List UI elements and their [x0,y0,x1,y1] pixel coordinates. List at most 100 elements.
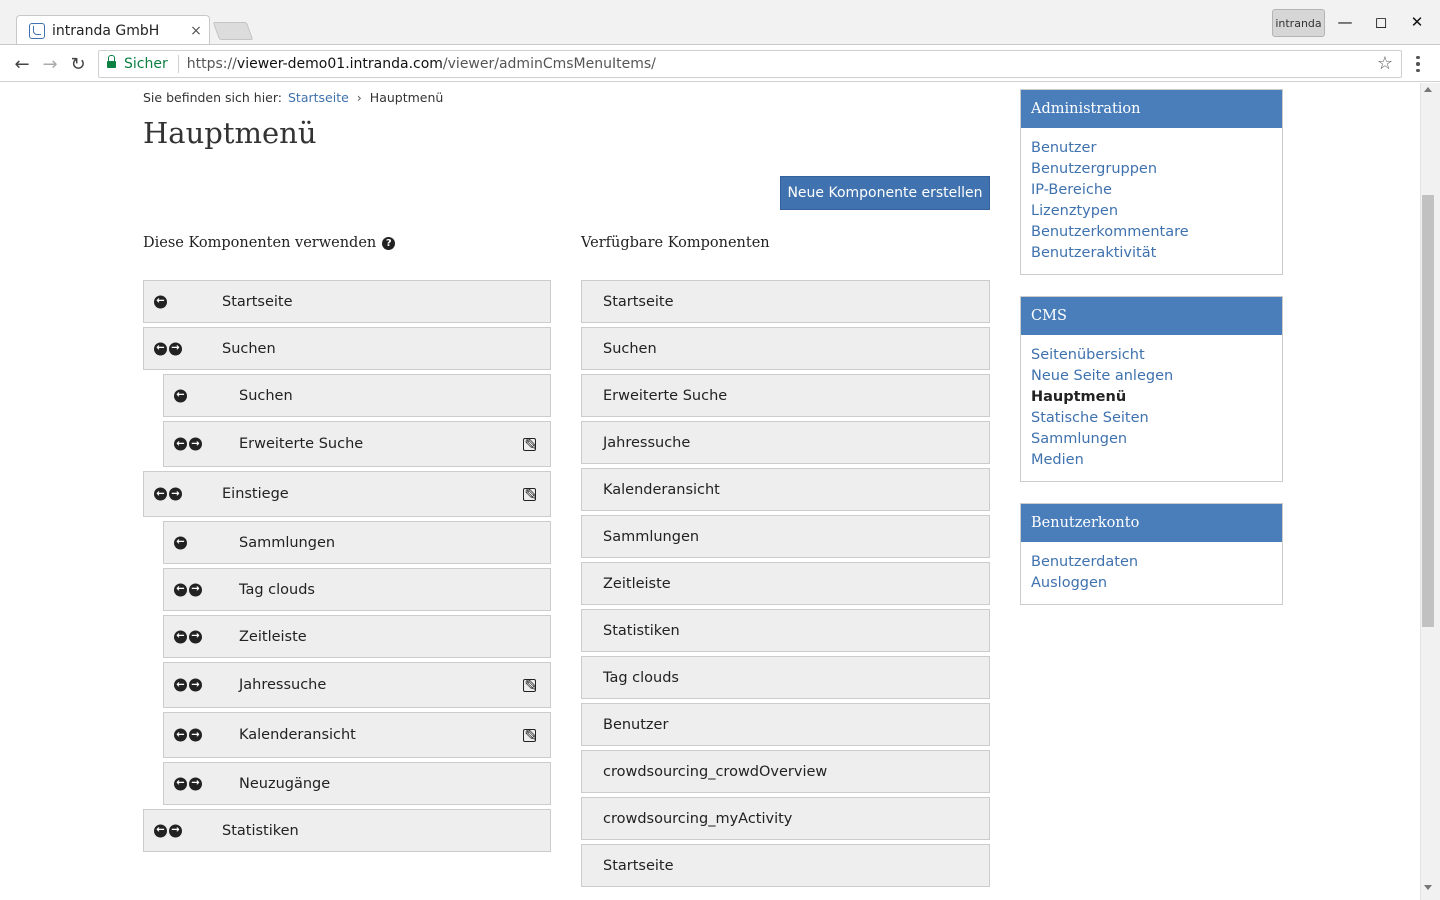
arrow-right-circle-icon[interactable]: → [169,824,182,837]
breadcrumb: Sie befinden sich hier: Startseite › Hauptm… [143,90,443,105]
used-component-item[interactable]: ← → Jahressuche ✎ [163,662,551,708]
sidebar-link[interactable]: Statische Seiten [1031,408,1272,429]
used-component-item[interactable]: ← Suchen [163,374,551,417]
omnibox-divider [177,55,179,73]
profile-button[interactable]: intranda [1272,9,1325,37]
available-component-item[interactable]: crowdsourcing_crowdOverview [581,750,990,793]
arrow-left-circle-icon[interactable]: ← [174,777,187,790]
used-component-item[interactable]: ← → Zeitleiste [163,615,551,658]
arrow-right-circle-icon[interactable]: → [189,630,202,643]
sidebar-link[interactable]: Benutzerdaten [1031,552,1272,573]
sidebar-link[interactable]: Benutzerkommentare [1031,222,1272,243]
available-component-item[interactable]: Kalenderansicht [581,468,990,511]
browser-menu-icon[interactable] [1410,53,1426,75]
available-component-item[interactable]: Erweiterte Suche [581,374,990,417]
arrow-right-circle-icon[interactable]: → [189,583,202,596]
available-component-label: Startseite [603,293,674,310]
new-tab-button[interactable] [212,22,254,40]
tab-close-icon[interactable]: × [183,23,209,39]
available-component-item[interactable]: Suchen [581,327,990,370]
arrow-left-circle-icon[interactable]: ← [174,678,187,692]
sidebar-link[interactable]: IP-Bereiche [1031,180,1272,201]
arrow-right-circle-icon[interactable]: → [189,777,202,790]
sidebar-link[interactable]: Benutzergruppen [1031,159,1272,180]
bookmark-star-icon[interactable]: ☆ [1377,53,1393,74]
used-component-label: Statistiken [222,822,299,839]
reload-icon[interactable]: ↻ [67,53,89,75]
help-icon[interactable]: ? [382,236,396,250]
available-component-item[interactable]: crowdsourcing_myActivity [581,797,990,840]
widget-administration-links: Benutzer Benutzergruppen IP-Bereiche Lizenz… [1021,128,1282,274]
sidebar-link[interactable]: Seitenübersicht [1031,345,1272,366]
edit-box [523,438,536,451]
arrow-right-circle-icon[interactable]: → [189,678,202,692]
edit-icon[interactable]: ✎ [522,726,540,745]
available-component-item[interactable]: Tag clouds [581,656,990,699]
breadcrumb-home-link[interactable]: Startseite [288,90,349,105]
available-component-item[interactable]: Startseite [581,280,990,323]
edit-box [523,679,536,692]
scrollbar-thumb[interactable] [1422,195,1434,627]
used-component-item[interactable]: ← → Neuzugänge [163,762,551,805]
arrow-left-circle-icon[interactable]: ← [174,437,187,451]
move-controls: ← → [154,487,182,501]
arrow-right-circle-icon[interactable]: → [169,487,182,501]
arrow-left-circle-icon[interactable]: ← [154,824,167,837]
used-component-item[interactable]: ← → Kalenderansicht ✎ [163,712,551,758]
edit-icon[interactable]: ✎ [522,676,540,695]
used-component-label: Tag clouds [239,581,315,598]
sidebar-link[interactable]: Hauptmenü [1031,387,1272,408]
available-component-item[interactable]: Benutzer [581,703,990,746]
minimize-icon[interactable]: — [1333,12,1357,32]
sidebar-link[interactable]: Ausloggen [1031,573,1272,594]
arrow-right-circle-icon[interactable]: → [169,342,182,355]
used-component-item[interactable]: ← Startseite [143,280,551,323]
arrow-left-circle-icon[interactable]: ← [174,630,187,643]
used-component-item[interactable]: ← → Tag clouds [163,568,551,611]
sidebar-link[interactable]: Benutzer [1031,138,1272,159]
edit-icon[interactable]: ✎ [522,485,540,504]
arrow-left-circle-icon[interactable]: ← [154,295,167,308]
sidebar-link[interactable]: Lizenztypen [1031,201,1272,222]
move-controls: ← → [154,824,182,837]
available-component-label: Startseite [603,857,674,874]
scroll-down-icon[interactable] [1424,885,1432,890]
new-component-button[interactable]: Neue Komponente erstellen [780,176,990,210]
arrow-left-circle-icon[interactable]: ← [174,536,187,549]
available-component-item[interactable]: Jahressuche [581,421,990,464]
move-controls: ← → [174,777,202,790]
used-component-item[interactable]: ← → Suchen [143,327,551,370]
arrow-left-circle-icon[interactable]: ← [174,583,187,596]
arrow-left-circle-icon[interactable]: ← [154,342,167,355]
breadcrumb-current: Hauptmenü [369,90,444,105]
available-component-item[interactable]: Zeitleiste [581,562,990,605]
used-component-item[interactable]: ← Sammlungen [163,521,551,564]
arrow-left-circle-icon[interactable]: ← [174,389,187,402]
available-component-item[interactable]: Statistiken [581,609,990,652]
used-component-label: Sammlungen [239,534,336,551]
arrow-right-circle-icon[interactable]: → [189,437,202,451]
address-bar[interactable]: Sicher https://viewer-demo01.intranda.co… [98,50,1402,78]
maximize-icon[interactable]: ◻ [1369,12,1393,32]
arrow-left-circle-icon[interactable]: ← [174,728,187,742]
arrow-left-circle-icon[interactable]: ← [154,487,167,501]
sidebar-link[interactable]: Medien [1031,450,1272,471]
browser-tab[interactable]: intranda GmbH × [16,15,210,45]
arrow-right-circle-icon[interactable]: → [189,728,202,742]
close-window-icon[interactable]: ✕ [1405,12,1429,32]
available-component-item[interactable]: Sammlungen [581,515,990,558]
sidebar-link[interactable]: Sammlungen [1031,429,1272,450]
edit-box [523,729,536,742]
sidebar-link[interactable]: Neue Seite anlegen [1031,366,1272,387]
url-text[interactable]: https://viewer-demo01.intranda.com/viewe… [187,56,656,72]
back-icon[interactable]: ← [11,53,33,75]
edit-icon[interactable]: ✎ [522,435,540,454]
forward-icon[interactable]: → [39,53,61,75]
widget-cms: CMS Seitenübersicht Neue Seite anlegen Hau… [1020,296,1283,482]
available-component-item[interactable]: Startseite [581,844,990,887]
used-component-item[interactable]: ← → Einstiege ✎ [143,471,551,517]
sidebar-link[interactable]: Benutzeraktivität [1031,243,1272,264]
used-component-item[interactable]: ← → Erweiterte Suche ✎ [163,421,551,467]
used-component-item[interactable]: ← → Statistiken [143,809,551,852]
scroll-up-icon[interactable] [1424,87,1432,92]
